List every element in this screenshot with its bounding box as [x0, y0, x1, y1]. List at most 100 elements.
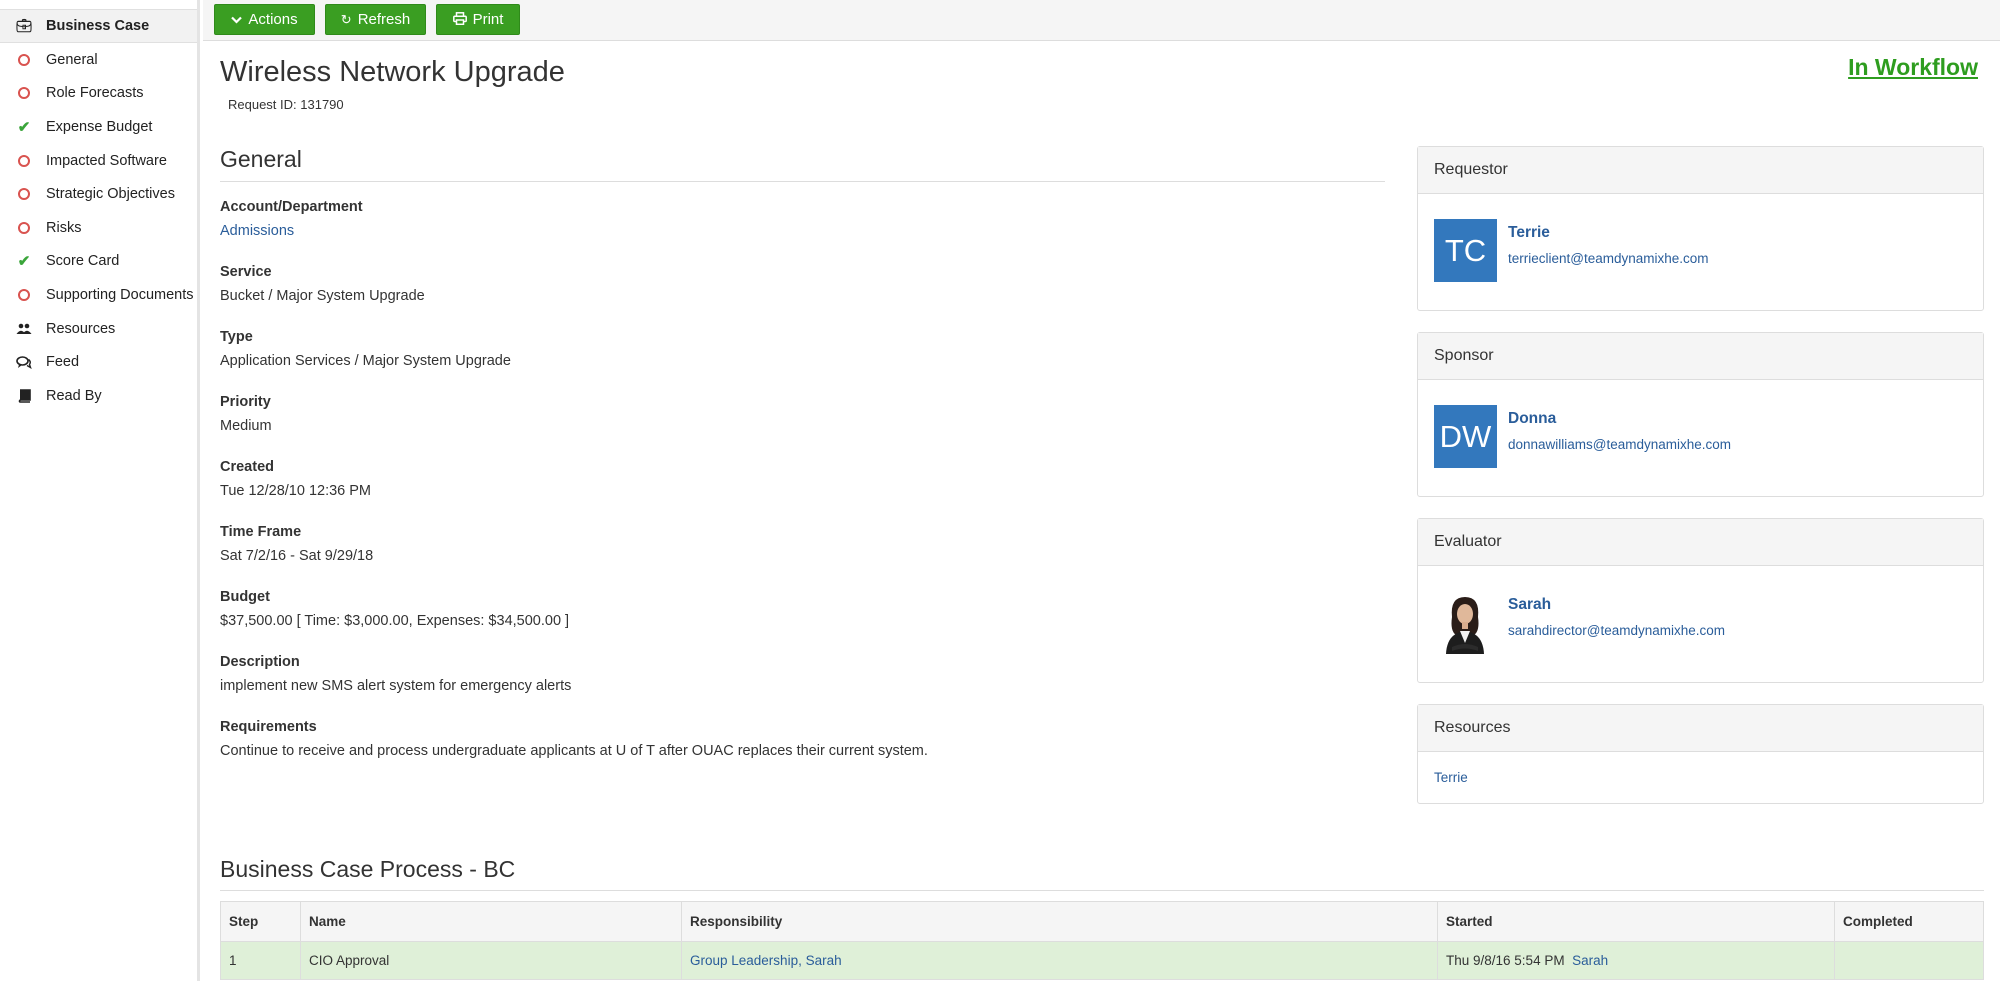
- sidebar-item-score-card[interactable]: ✔ Score Card: [0, 245, 197, 279]
- column-header-step: Step: [220, 901, 301, 942]
- cell-step: 1: [220, 941, 301, 980]
- person-card: TC Terrie terrieclient@teamdynamixhe.com: [1418, 194, 1983, 307]
- sidebar-item-resources[interactable]: Resources: [0, 312, 197, 346]
- evaluator-panel: Evaluator Sarah sarahdirector@teamdynami…: [1417, 518, 1984, 683]
- sidebar-item-strategic-objectives[interactable]: Strategic Objectives: [0, 177, 197, 211]
- sidebar-item-label: Feed: [46, 354, 80, 371]
- avatar-photo: [1434, 591, 1497, 654]
- resource-link[interactable]: Terrie: [1418, 752, 1983, 803]
- section-divider: [220, 890, 1984, 891]
- panel-heading: Sponsor: [1418, 333, 1983, 380]
- field-type: Type Application Services / Major System…: [220, 329, 511, 369]
- general-section-title: General: [220, 146, 302, 172]
- sidebar-item-role-forecasts[interactable]: Role Forecasts: [0, 77, 197, 111]
- field-value: Continue to receive and process undergra…: [220, 743, 928, 759]
- person-name-link[interactable]: Donna: [1508, 410, 1731, 428]
- process-title: Business Case Process - BC: [220, 856, 516, 882]
- sidebar-item-label: Expense Budget: [46, 118, 153, 135]
- toolbar: Actions ↻ Refresh Print: [203, 0, 2000, 41]
- briefcase-icon: 💼︎: [15, 18, 33, 33]
- field-value: Tue 12/28/10 12:36 PM: [220, 483, 372, 499]
- field-label: Description: [220, 654, 300, 670]
- field-service: Service Bucket / Major System Upgrade: [220, 264, 425, 304]
- field-created: Created Tue 12/28/10 12:36 PM: [220, 459, 371, 499]
- page-title: Wireless Network Upgrade: [220, 56, 565, 88]
- field-value-link[interactable]: Admissions: [220, 223, 363, 239]
- sidebar-item-read-by[interactable]: Read By: [0, 379, 197, 413]
- cell-name: CIO Approval: [300, 941, 682, 980]
- sidebar-item-label: Score Card: [46, 253, 120, 270]
- sidebar-item-feed[interactable]: Feed: [0, 345, 197, 379]
- circle-icon: [12, 188, 36, 201]
- field-account-department: Account/Department Admissions: [220, 199, 363, 239]
- resources-panel: Resources Terrie: [1417, 704, 1984, 804]
- responsibility-link[interactable]: Group Leadership, Sarah: [690, 953, 842, 968]
- sidebar-item-label: Read By: [46, 387, 102, 404]
- person-email-link[interactable]: sarahdirector@teamdynamixhe.com: [1508, 623, 1725, 638]
- field-requirements: Requirements Continue to receive and pro…: [220, 719, 928, 759]
- workflow-status-link[interactable]: In Workflow: [1848, 54, 1978, 81]
- sidebar-item-label: Resources: [46, 320, 116, 337]
- circle-icon: [12, 288, 36, 301]
- check-icon: ✔: [17, 118, 31, 136]
- circle-icon: [12, 154, 36, 167]
- field-label: Requirements: [220, 719, 317, 735]
- field-label: Account/Department: [220, 199, 363, 215]
- sidebar-item-general[interactable]: General: [0, 43, 197, 77]
- sidebar-item-risks[interactable]: Risks: [0, 211, 197, 245]
- field-value: implement new SMS alert system for emerg…: [220, 678, 572, 694]
- request-id: Request ID: 131790: [228, 97, 344, 112]
- field-label: Created: [220, 459, 274, 475]
- person-email-link[interactable]: terrieclient@teamdynamixhe.com: [1508, 251, 1709, 266]
- person-name-link[interactable]: Terrie: [1508, 224, 1709, 242]
- sidebar-item-supporting-documents[interactable]: Supporting Documents: [0, 278, 197, 312]
- section-divider: [220, 181, 1385, 182]
- column-header-responsibility: Responsibility: [681, 901, 1438, 942]
- panel-heading: Resources: [1418, 705, 1983, 752]
- field-value: Sat 7/2/16 - Sat 9/29/18: [220, 548, 374, 564]
- sidebar-item-label: Supporting Documents: [46, 286, 194, 303]
- person-email-link[interactable]: donnawilliams@teamdynamixhe.com: [1508, 437, 1731, 452]
- comments-icon: [12, 355, 36, 369]
- sidebar-item-expense-budget[interactable]: ✔ Expense Budget: [0, 110, 197, 144]
- sidebar-item-label: Role Forecasts: [46, 85, 144, 102]
- field-budget: Budget $37,500.00 [ Time: $3,000.00, Exp…: [220, 589, 569, 629]
- print-button-label: Print: [472, 11, 504, 28]
- print-button[interactable]: Print: [436, 4, 520, 35]
- field-value: Application Services / Major System Upgr…: [220, 353, 511, 369]
- person-card: DW Donna donnawilliams@teamdynamixhe.com: [1418, 380, 1983, 493]
- actions-button[interactable]: Actions: [214, 4, 315, 35]
- started-date: Thu 9/8/16 5:54 PM: [1446, 953, 1565, 968]
- sidebar-item-label: Strategic Objectives: [46, 186, 175, 203]
- column-header-name: Name: [300, 901, 682, 942]
- panel-heading: Evaluator: [1418, 519, 1983, 566]
- person-name-link[interactable]: Sarah: [1508, 596, 1725, 614]
- field-time-frame: Time Frame Sat 7/2/16 - Sat 9/29/18: [220, 524, 373, 564]
- chevron-down-icon: [231, 12, 243, 27]
- refresh-button-label: Refresh: [357, 11, 411, 28]
- field-label: Budget: [220, 589, 270, 605]
- field-label: Priority: [220, 394, 271, 410]
- sidebar-item-impacted-software[interactable]: Impacted Software: [0, 144, 197, 178]
- print-icon: [452, 11, 467, 28]
- sidebar-item-label: Business Case: [46, 18, 150, 34]
- sidebar-item-business-case[interactable]: 💼︎ Business Case: [0, 9, 197, 43]
- actions-button-label: Actions: [248, 11, 298, 28]
- circle-icon: [12, 87, 36, 100]
- field-label: Time Frame: [220, 524, 302, 540]
- field-description: Description implement new SMS alert syst…: [220, 654, 571, 694]
- field-value: $37,500.00 [ Time: $3,000.00, Expenses: …: [220, 613, 570, 629]
- field-label: Service: [220, 264, 272, 280]
- column-header-completed: Completed: [1834, 901, 1984, 942]
- requestor-panel: Requestor TC Terrie terrieclient@teamdyn…: [1417, 146, 1984, 311]
- person-card: Sarah sarahdirector@teamdynamixhe.com: [1418, 566, 1983, 679]
- panel-heading: Requestor: [1418, 147, 1983, 194]
- started-by-link[interactable]: Sarah: [1572, 953, 1608, 968]
- table-row: 1 CIO Approval Group Leadership, Sarah T…: [220, 941, 1984, 980]
- users-icon: [12, 323, 36, 335]
- column-header-started: Started: [1437, 901, 1835, 942]
- cell-responsibility: Group Leadership, Sarah: [681, 941, 1438, 980]
- sponsor-panel: Sponsor DW Donna donnawilliams@teamdynam…: [1417, 332, 1984, 497]
- refresh-button[interactable]: ↻ Refresh: [325, 4, 426, 35]
- field-label: Type: [220, 329, 253, 345]
